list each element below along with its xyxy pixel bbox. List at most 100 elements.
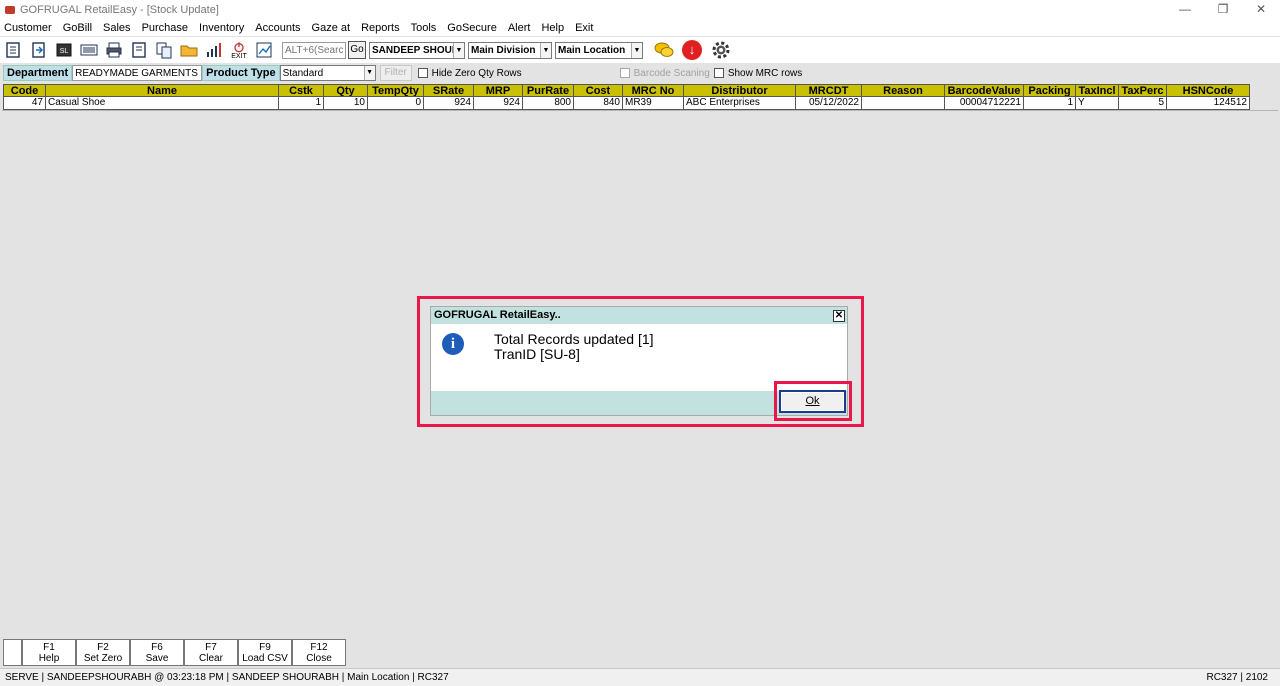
menu-tools[interactable]: Tools [411,22,437,34]
printer-icon[interactable] [103,39,125,61]
location-select[interactable]: Main Location ▼ [555,41,643,59]
cell-hsn-code[interactable]: 124512 [1167,97,1250,110]
cell-tax-perc[interactable]: 5 [1119,97,1167,110]
column-header[interactable]: Cost [574,84,623,97]
column-header[interactable]: Code [3,84,46,97]
menu-accounts[interactable]: Accounts [255,22,300,34]
cell-distributor[interactable]: ABC Enterprises [684,97,796,110]
cell-cost[interactable]: 840 [574,97,623,110]
column-header[interactable]: MRCDT [796,84,862,97]
chevron-down-icon: ▼ [540,42,551,58]
division-select[interactable]: Main Division ▼ [468,41,552,59]
folder-icon[interactable] [178,39,200,61]
fkey-label: Set Zero [83,653,123,664]
menu-purchase[interactable]: Purchase [142,22,188,34]
bar-chart-icon[interactable] [203,39,225,61]
info-icon: i [442,333,464,355]
menu-help[interactable]: Help [541,22,564,34]
column-header[interactable]: BarcodeValue [945,84,1024,97]
cell-mrc-no[interactable]: MR39 [623,97,684,110]
restore-icon[interactable]: ❐ [1204,0,1242,19]
copy-document-icon[interactable] [153,39,175,61]
cell-mrp[interactable]: 924 [474,97,523,110]
spreadsheet-icon[interactable]: SL [53,39,75,61]
exit-label: EXIT [231,52,247,60]
ok-button[interactable]: Ok [779,390,846,413]
department-field[interactable]: READYMADE GARMENTS [72,65,203,81]
filter-button[interactable]: Filter [379,65,412,81]
menu-gaze-at[interactable]: Gaze at [312,22,351,34]
menu-exit[interactable]: Exit [575,22,593,34]
menu-customer[interactable]: Customer [4,22,52,34]
f9-load-csv-button[interactable]: F9 Load CSV [238,639,292,666]
cell-cstk[interactable]: 1 [279,97,324,110]
column-header[interactable]: Reason [862,84,945,97]
checkbox-box [713,68,724,78]
search-input[interactable] [282,41,346,59]
dialog-title: GOFRUGAL RetailEasy.. [434,309,561,321]
document-list-icon[interactable] [3,39,25,61]
fkey-label: Close [306,653,332,664]
ok-button-label: Ok [805,395,820,407]
go-button[interactable]: Go [348,41,366,59]
f12-close-button[interactable]: F12 Close [292,639,346,666]
dialog-title-bar: GOFRUGAL RetailEasy.. ✕ [431,307,847,324]
column-header[interactable]: HSNCode [1167,84,1250,97]
image-chart-icon[interactable] [253,39,275,61]
column-header[interactable]: Qty [324,84,368,97]
status-right: RC327 | 2102 [1206,672,1268,683]
department-label: Department [3,65,73,81]
show-mrc-rows-checkbox[interactable]: Show MRC rows [713,68,802,79]
column-header[interactable]: Distributor [684,84,796,97]
menu-reports[interactable]: Reports [361,22,400,34]
menu-sales[interactable]: Sales [103,22,131,34]
user-select[interactable]: SANDEEP SHOURA ▼ [369,41,465,59]
f2-set-zero-button[interactable]: F2 Set Zero [76,639,130,666]
minimize-icon[interactable]: — [1166,0,1204,19]
cell-name[interactable]: Casual Shoe [46,97,279,110]
column-header[interactable]: MRC No [623,84,684,97]
barcode-scanning-checkbox[interactable]: Barcode Scaning [619,68,710,79]
cell-reason[interactable] [862,97,945,110]
column-header[interactable]: Packing [1024,84,1076,97]
download-alert-icon[interactable]: ↓ [682,40,702,60]
chat-bubbles-icon[interactable] [653,39,675,61]
f1-help-button[interactable]: F1 Help [22,639,76,666]
close-icon[interactable]: ✕ [833,310,845,322]
notes-icon[interactable] [128,39,150,61]
product-type-select[interactable]: Standard ▼ [279,65,376,81]
menu-inventory[interactable]: Inventory [199,22,244,34]
filter-row: Department READYMADE GARMENTS Product Ty… [0,64,1280,82]
menu-alert[interactable]: Alert [508,22,531,34]
transfer-document-icon[interactable] [28,39,50,61]
window-title: GOFRUGAL RetailEasy - [Stock Update] [20,3,219,16]
f7-clear-button[interactable]: F7 Clear [184,639,238,666]
column-header[interactable]: SRate [424,84,474,97]
close-window-icon[interactable]: ✕ [1242,0,1280,19]
column-header[interactable]: MRP [474,84,523,97]
cell-mrcdt[interactable]: 05/12/2022 [796,97,862,110]
menu-gobill[interactable]: GoBill [63,22,92,34]
column-header[interactable]: TaxIncl [1076,84,1119,97]
cell-packing[interactable]: 1 [1024,97,1076,110]
exit-icon[interactable]: EXIT [228,39,250,61]
cell-purrate[interactable]: 800 [523,97,574,110]
cell-tax-incl[interactable]: Y [1076,97,1119,110]
cell-tempqty[interactable]: 0 [368,97,424,110]
column-header[interactable]: PurRate [523,84,574,97]
cell-barcode-value[interactable]: 00004712221 [945,97,1024,110]
column-header[interactable]: TempQty [368,84,424,97]
cell-qty[interactable]: 10 [324,97,368,110]
column-header[interactable]: Cstk [279,84,324,97]
gear-icon[interactable] [710,39,732,61]
barcode-icon[interactable] [78,39,100,61]
checkbox-box [417,68,428,78]
table-row[interactable]: 47 Casual Shoe 1 10 0 924 924 800 840 MR… [3,97,1250,110]
cell-code[interactable]: 47 [3,97,46,110]
menu-gosecure[interactable]: GoSecure [447,22,497,34]
column-header[interactable]: TaxPerc [1119,84,1167,97]
cell-srate[interactable]: 924 [424,97,474,110]
f6-save-button[interactable]: F6 Save [130,639,184,666]
column-header[interactable]: Name [46,84,279,97]
hide-zero-qty-checkbox[interactable]: Hide Zero Qty Rows [417,68,522,79]
